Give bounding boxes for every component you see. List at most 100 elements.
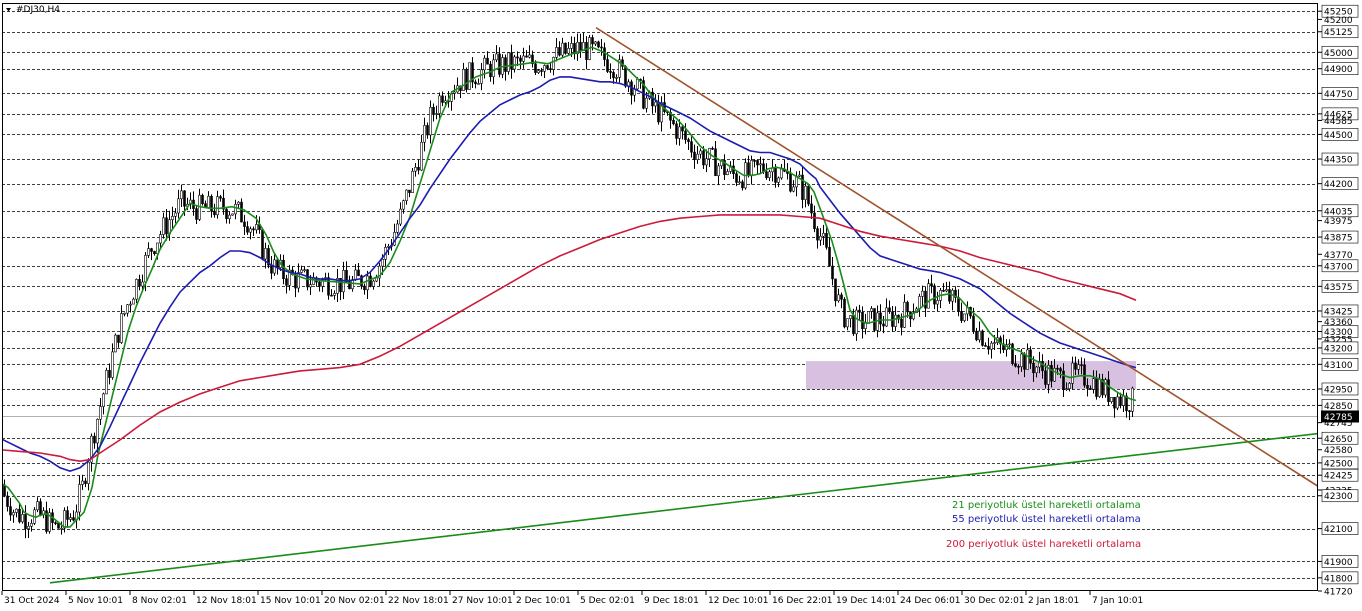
chart-background	[0, 0, 1362, 611]
price-tick-label: 42950	[1324, 385, 1353, 395]
candle-body	[69, 517, 72, 520]
candle-body	[105, 370, 108, 395]
candle-body	[1113, 397, 1116, 409]
candle-body	[726, 171, 729, 175]
candle-body	[1080, 364, 1083, 366]
price-tick-label: 42850	[1324, 402, 1353, 412]
candle-body	[735, 173, 738, 183]
candle-body	[420, 141, 423, 171]
candle-body	[72, 517, 75, 521]
chart-canvas[interactable]: 4525045200451254500044900447504462544585…	[0, 0, 1362, 611]
candle-body	[831, 265, 834, 280]
candle-body	[945, 289, 948, 292]
candle-body	[780, 168, 783, 179]
candle-body	[816, 228, 819, 241]
price-tick-label: 43770	[1324, 251, 1353, 261]
candle-body	[864, 322, 867, 329]
candle-body	[93, 435, 96, 444]
candle-body	[546, 65, 549, 69]
candle-body	[108, 370, 111, 378]
candle-body	[252, 228, 255, 231]
candle-body	[399, 208, 402, 225]
candle-body	[234, 203, 237, 215]
candle-body	[984, 345, 987, 347]
candle-body	[18, 508, 21, 523]
candle-body	[1128, 410, 1131, 412]
price-tick-label: 44750	[1324, 90, 1353, 100]
candle-body	[333, 293, 336, 296]
candle-body	[1077, 364, 1080, 370]
candle-body	[738, 181, 741, 184]
candle-body	[63, 510, 66, 529]
candle-body	[312, 277, 315, 285]
candle-body	[318, 281, 321, 287]
candle-body	[177, 198, 180, 214]
candle-body	[486, 57, 489, 65]
candle-body	[1116, 396, 1119, 409]
candle-body	[36, 501, 39, 511]
candle-body	[27, 525, 30, 529]
price-tick-label: 43200	[1324, 344, 1353, 354]
candle-body	[228, 214, 231, 219]
candle-body	[174, 212, 177, 217]
candle-body	[123, 312, 126, 315]
candle-body	[834, 278, 837, 302]
price-tick-label: 45000	[1324, 49, 1353, 59]
price-tick-label: 41720	[1324, 588, 1353, 598]
candle-body	[564, 42, 567, 54]
candle-body	[861, 311, 864, 329]
candle-body	[963, 313, 966, 321]
candle-body	[990, 342, 993, 350]
candle-body	[924, 290, 927, 309]
trading-chart[interactable]: 45250 45200 45125 45000 44900 44750 44625 44585…	[0, 0, 1362, 611]
time-tick-label: 19 Dec 14:01	[836, 596, 897, 606]
candle-body	[21, 514, 24, 523]
candle-body	[921, 290, 924, 297]
candle-body	[624, 66, 627, 87]
candle-body	[978, 330, 981, 341]
candle-body	[81, 480, 84, 485]
candle-body	[936, 300, 939, 305]
candle-body	[180, 190, 183, 200]
price-tick-label: 43425	[1324, 307, 1353, 317]
candle-body	[696, 153, 699, 161]
candle-body	[681, 126, 684, 132]
candle-body	[483, 57, 486, 71]
candle-body	[201, 194, 204, 204]
candle-body	[24, 514, 27, 529]
candle-body	[828, 247, 831, 267]
candle-body	[636, 78, 639, 90]
candle-body	[567, 48, 570, 54]
price-tick-label: 44035	[1324, 207, 1353, 217]
candle-body	[1119, 396, 1122, 406]
candle-body	[654, 101, 657, 107]
candle-body	[195, 208, 198, 220]
candle-body	[1059, 368, 1062, 372]
price-tick-label: 43575	[1324, 283, 1353, 293]
candle-body	[942, 290, 945, 292]
candle-body	[408, 189, 411, 193]
candle-body	[1089, 388, 1092, 390]
candle-body	[237, 201, 240, 205]
candle-body	[1110, 397, 1113, 403]
candle-body	[570, 43, 573, 49]
candle-body	[129, 303, 132, 306]
candle-body	[96, 418, 99, 444]
price-tick-label: 43700	[1324, 262, 1353, 272]
candle-body	[468, 62, 471, 90]
candle-body	[99, 406, 102, 420]
candle-body	[1056, 367, 1059, 370]
candle-body	[927, 283, 930, 309]
candle-body	[882, 323, 885, 327]
price-tick-label: 42650	[1324, 435, 1353, 445]
candle-body	[309, 284, 312, 288]
candle-body	[1017, 365, 1020, 368]
candle-body	[366, 275, 369, 291]
candle-body	[903, 301, 906, 328]
candle-body	[801, 174, 804, 200]
price-tick-label: 45125	[1324, 28, 1353, 38]
candle-body	[246, 226, 249, 233]
candle-body	[804, 185, 807, 200]
price-tick-label: 44350	[1324, 156, 1353, 166]
candle-body	[1098, 379, 1101, 397]
